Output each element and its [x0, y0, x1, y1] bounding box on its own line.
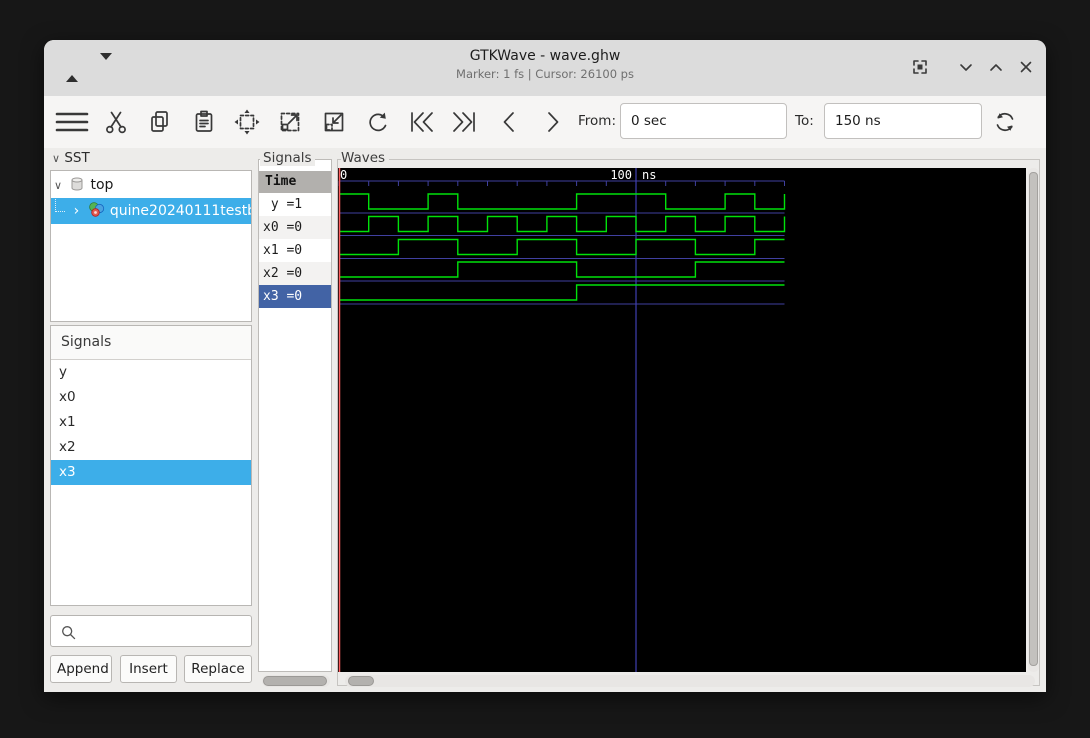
trace-label-y[interactable]: y =1: [259, 193, 331, 216]
menu-icon: [55, 112, 89, 132]
zoom-out-button[interactable]: [320, 108, 348, 139]
facility-list-panel: Signals y x0 x1 x2 x3: [50, 325, 252, 606]
waves-vscrollbar-thumb[interactable]: [1029, 172, 1038, 666]
copy-icon: [151, 111, 168, 132]
trace-label-x0[interactable]: x0 =0: [259, 216, 331, 239]
waves-vscrollbar[interactable]: [1028, 168, 1039, 672]
expander-right-icon[interactable]: ›: [69, 198, 83, 224]
undo-button[interactable]: [364, 108, 392, 139]
paste-button[interactable]: [190, 108, 218, 139]
signals-hscrollbar[interactable]: [262, 675, 330, 687]
tree-item-testbench[interactable]: › quine20240111testbench: [51, 198, 251, 224]
expander-down-icon[interactable]: ∨: [51, 173, 65, 198]
facility-row-x0[interactable]: x0: [51, 385, 251, 410]
to-input[interactable]: [824, 103, 982, 139]
screen: GTKWave - wave.ghw Marker: 1 fs | Cursor…: [0, 0, 1090, 738]
trace-label-x2[interactable]: x2 =0: [259, 262, 331, 285]
waves-frame-label: Waves: [341, 150, 390, 166]
append-button[interactable]: Append: [50, 655, 112, 683]
tree-connector: [55, 199, 65, 212]
sst-label: SST: [64, 150, 90, 166]
signals-frame-label: Signals: [260, 150, 315, 166]
menu-button[interactable]: [55, 108, 89, 139]
zoom-in-button[interactable]: [276, 108, 304, 139]
gtkwave-window: GTKWave - wave.ghw Marker: 1 fs | Cursor…: [44, 40, 1046, 692]
replace-button[interactable]: Replace: [184, 655, 252, 683]
signals-values-panel: Time y =1 x0 =0 x1 =0 x2 =0 x3 =0: [258, 159, 332, 672]
zoom-in-icon: [280, 112, 300, 132]
to-label: To:: [795, 113, 814, 129]
marker-cursor-status: Marker: 1 fs | Cursor: 26100 ps: [456, 67, 634, 81]
signal-search[interactable]: [50, 615, 252, 647]
shift-right-button[interactable]: [540, 108, 566, 139]
maximize-button[interactable]: [986, 57, 1006, 80]
shift-left-button[interactable]: [496, 108, 522, 139]
svg-text:100: 100: [610, 168, 632, 182]
facility-row-y[interactable]: y: [51, 360, 251, 385]
window-title: GTKWave - wave.ghw: [469, 48, 621, 64]
zoom-fit-icon: [234, 109, 260, 135]
zoom-fit-button[interactable]: [233, 108, 261, 139]
tree-item-top-label: top: [90, 177, 114, 193]
search-icon: [62, 626, 76, 640]
zoom-out-icon: [324, 112, 344, 132]
chevron-left-icon: [503, 112, 514, 132]
facility-list-header[interactable]: Signals: [51, 326, 251, 360]
title-area: GTKWave - wave.ghw Marker: 1 fs | Cursor…: [44, 48, 1046, 81]
main-content: ∨ SST ∨ top › quine20240111test Signals …: [44, 148, 1046, 692]
trace-label-x1[interactable]: x1 =0: [259, 239, 331, 262]
close-icon: [1020, 61, 1032, 73]
titlebar[interactable]: GTKWave - wave.ghw Marker: 1 fs | Cursor…: [44, 40, 1046, 97]
svg-text:0: 0: [340, 168, 347, 182]
tree-item-testbench-label: quine20240111testbench: [109, 203, 251, 219]
sst-header[interactable]: ∨ SST: [52, 150, 90, 166]
cut-button[interactable]: [102, 108, 130, 139]
waves-hscrollbar-thumb[interactable]: [348, 676, 374, 686]
wave-svg: 0 100 ns: [338, 168, 786, 672]
facility-row-x1[interactable]: x1: [51, 410, 251, 435]
close-button[interactable]: [1016, 57, 1036, 80]
chevron-up-icon: [990, 64, 1002, 71]
time-header[interactable]: Time: [259, 171, 331, 193]
svg-text:ns: ns: [642, 168, 656, 182]
chevron-down-icon: [960, 64, 972, 71]
copy-button[interactable]: [146, 108, 174, 139]
tree-item-top[interactable]: ∨ top: [51, 171, 251, 198]
from-label: From:: [578, 113, 616, 129]
trace-label-x3[interactable]: x3 =0: [259, 285, 331, 308]
toolbar: From: To:: [44, 96, 1046, 149]
signals-hscrollbar-thumb[interactable]: [263, 676, 327, 686]
paste-icon: [195, 110, 213, 132]
chevron-right-icon: [548, 112, 559, 132]
sst-collapse-icon: ∨: [52, 152, 61, 165]
skip-to-start-button[interactable]: [406, 108, 438, 139]
testbench-gears-icon: [88, 201, 105, 227]
facility-row-x3[interactable]: x3: [51, 460, 251, 485]
facility-row-x2[interactable]: x2: [51, 435, 251, 460]
reload-icon: [996, 112, 1014, 132]
from-input[interactable]: [620, 103, 787, 139]
search-input[interactable]: [81, 619, 250, 645]
cut-icon: [106, 111, 126, 134]
reload-button[interactable]: [990, 108, 1020, 139]
skip-to-start-icon: [411, 112, 433, 132]
fullscreen-button[interactable]: [910, 57, 930, 80]
fullscreen-icon: [913, 60, 927, 74]
skip-to-end-button[interactable]: [448, 108, 480, 139]
sst-tree: ∨ top › quine20240111test: [50, 170, 252, 322]
undo-icon: [369, 112, 387, 132]
insert-button[interactable]: Insert: [120, 655, 177, 683]
wave-canvas[interactable]: 0 100 ns: [338, 168, 1026, 672]
minimize-button[interactable]: [956, 57, 976, 80]
skip-to-end-icon: [453, 112, 475, 132]
waves-hscrollbar[interactable]: [345, 675, 1035, 687]
